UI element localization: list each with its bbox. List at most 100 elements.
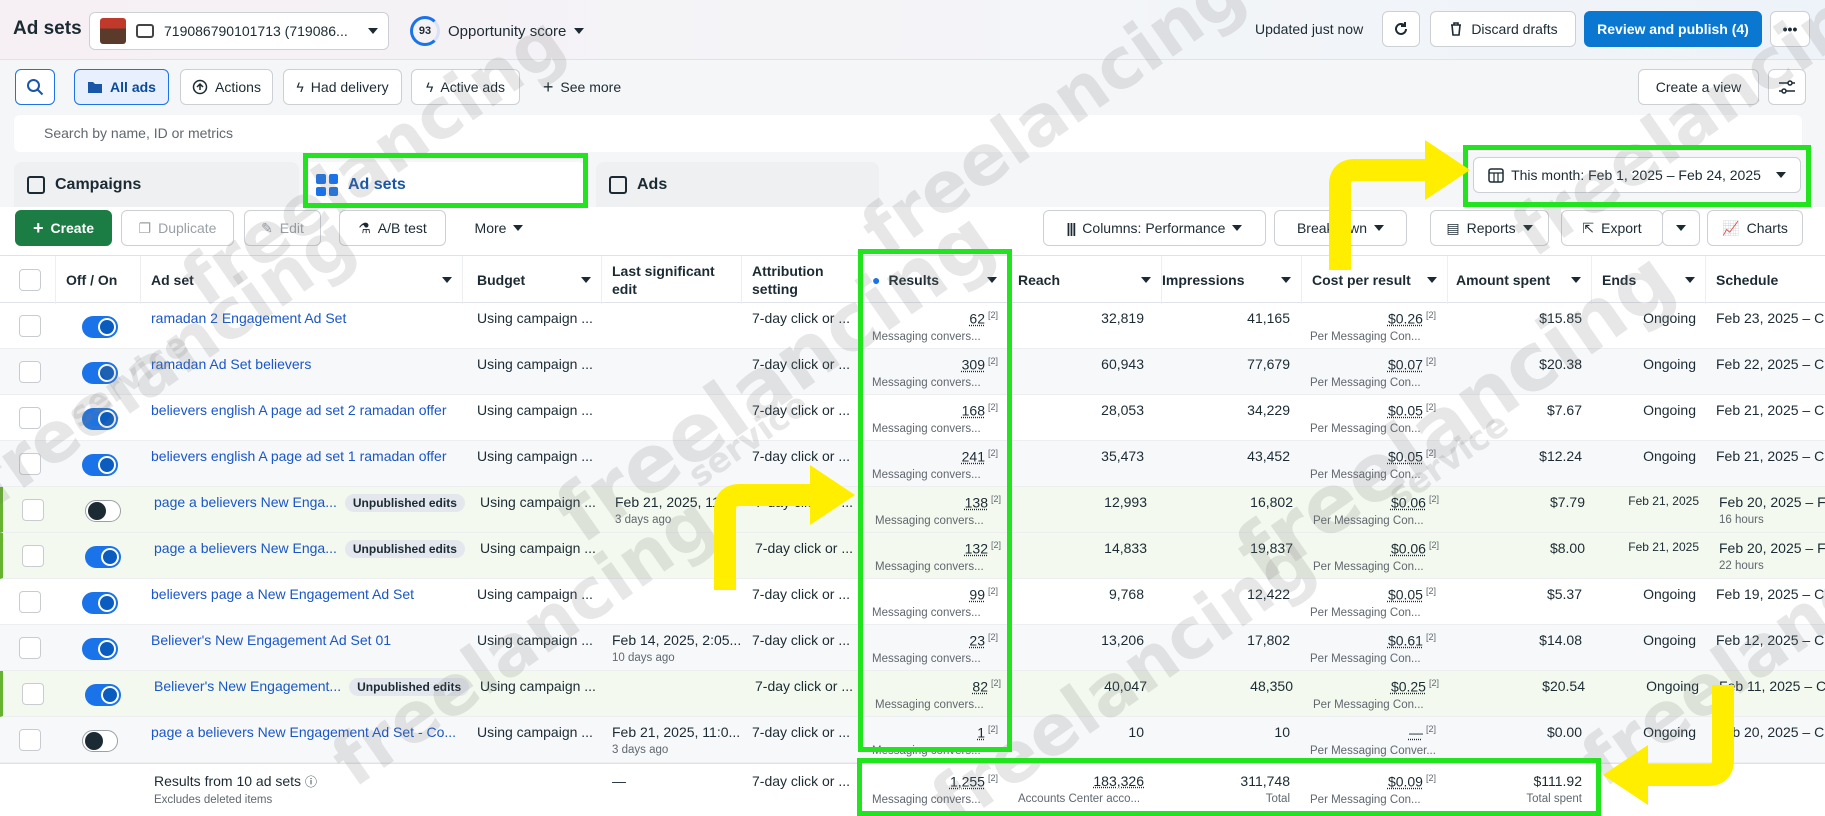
ad-set-name-link[interactable]: page a believers New Enga...: [154, 494, 337, 510]
reports-button[interactable]: ▤ Reports: [1430, 210, 1549, 246]
export-dropdown-button[interactable]: [1662, 210, 1700, 246]
table-row[interactable]: believers page a New Engagement Ad Set Us…: [0, 579, 1825, 625]
table-row[interactable]: page a believers New Enga... Unpublished …: [0, 533, 1825, 579]
row-checkbox[interactable]: [19, 453, 41, 475]
ad-set-name-link[interactable]: ramadan Ad Set believers: [151, 356, 311, 372]
view-settings-button[interactable]: [1768, 69, 1806, 105]
schedule-cell: Feb 12, 2025 – C: [1706, 625, 1825, 671]
on-off-toggle[interactable]: [85, 684, 121, 706]
ad-set-name-cell: page a believers New Enga... Unpublished …: [144, 533, 470, 579]
charts-button[interactable]: 📈 Charts: [1707, 210, 1803, 246]
table-row[interactable]: ramadan 2 Engagement Ad Set Using campaig…: [0, 303, 1825, 349]
col-budget[interactable]: Budget: [467, 256, 602, 304]
review-publish-button[interactable]: Review and publish (4): [1584, 11, 1762, 47]
on-off-toggle[interactable]: [82, 316, 118, 338]
search-input[interactable]: Search by name, ID or metrics: [14, 115, 1802, 152]
ends-cell: Feb 21, 2025: [1595, 533, 1709, 579]
last-edit-cell: Feb 21, 2025, 11:0... 3 days ago: [602, 717, 742, 763]
duplicate-button[interactable]: ❐ Duplicate: [121, 210, 234, 246]
col-results[interactable]: ● Results: [862, 256, 1008, 304]
ad-set-name-link[interactable]: page a believers New Engagement Ad Set -…: [151, 724, 456, 740]
row-checkbox[interactable]: [22, 499, 44, 521]
actions-filter[interactable]: Actions: [180, 69, 273, 105]
tab-ad-sets[interactable]: Ad sets: [303, 162, 586, 208]
account-selector[interactable]: 719086790101713 (719086...: [89, 12, 389, 50]
opportunity-score[interactable]: 93 Opportunity score: [410, 16, 584, 46]
ad-set-name-link[interactable]: believers english A page ad set 2 ramada…: [151, 402, 447, 418]
col-reach[interactable]: Reach: [1008, 256, 1162, 304]
row-checkbox[interactable]: [19, 637, 41, 659]
results-cell: 99 [2] Messaging convers...: [862, 579, 1008, 625]
more-options-button[interactable]: •••: [1770, 11, 1810, 47]
table-row[interactable]: believers english A page ad set 1 ramada…: [0, 441, 1825, 487]
impressions-cell: 34,229: [1154, 395, 1300, 441]
col-schedule[interactable]: Schedule: [1706, 256, 1825, 304]
on-off-toggle[interactable]: [82, 454, 118, 476]
select-all-checkbox[interactable]: [19, 269, 41, 291]
row-checkbox[interactable]: [19, 315, 41, 337]
on-off-toggle[interactable]: [82, 638, 118, 660]
row-checkbox[interactable]: [22, 545, 44, 567]
table-row[interactable]: page a believers New Enga... Unpublished …: [0, 487, 1825, 533]
col-last-edit[interactable]: Last significant edit: [602, 256, 742, 304]
date-range-picker[interactable]: This month: Feb 1, 2025 – Feb 24, 2025: [1473, 157, 1801, 193]
on-off-toggle[interactable]: [82, 408, 118, 430]
table-row[interactable]: Believer's New Engagement Ad Set 01 Using…: [0, 625, 1825, 671]
on-off-toggle[interactable]: [82, 362, 118, 384]
ad-set-name-link[interactable]: page a believers New Enga...: [154, 540, 337, 556]
col-cost-per-result[interactable]: Cost per result: [1302, 256, 1448, 304]
schedule-cell: Feb 21, 2025 – C: [1706, 441, 1825, 487]
ab-test-button[interactable]: ⚗ A/B test: [339, 210, 446, 246]
columns-button[interactable]: ||| Columns: Performance: [1043, 210, 1266, 246]
row-checkbox[interactable]: [19, 729, 41, 751]
all-ads-filter[interactable]: All ads: [74, 69, 169, 105]
refresh-button[interactable]: [1382, 11, 1420, 47]
export-button[interactable]: ⇱ Export: [1561, 210, 1663, 246]
had-delivery-label: Had delivery: [311, 79, 389, 95]
ends-cell: Ongoing: [1592, 717, 1706, 763]
more-button[interactable]: More: [458, 210, 540, 246]
breakdown-button[interactable]: Breakdown: [1274, 210, 1407, 246]
tab-ads[interactable]: Ads: [596, 162, 879, 208]
ends-cell: Ongoing: [1592, 303, 1706, 349]
create-button[interactable]: + Create: [15, 210, 112, 246]
row-checkbox[interactable]: [19, 361, 41, 383]
tab-campaigns[interactable]: Campaigns: [14, 162, 299, 208]
on-off-toggle[interactable]: [85, 546, 121, 568]
ad-set-name-link[interactable]: ramadan 2 Engagement Ad Set: [151, 310, 346, 326]
col-impressions[interactable]: Impressions: [1152, 256, 1302, 304]
chevron-down-icon: [1676, 225, 1686, 231]
on-off-toggle[interactable]: [85, 500, 121, 522]
create-view-label: Create a view: [1656, 79, 1742, 95]
amount-spent-cell: $14.08: [1446, 625, 1592, 671]
col-attribution[interactable]: Attribution setting: [742, 256, 862, 304]
discard-drafts-button[interactable]: Discard drafts: [1430, 11, 1576, 47]
search-toggle-button[interactable]: [15, 69, 55, 105]
row-checkbox[interactable]: [19, 591, 41, 613]
ad-set-name-link[interactable]: Believer's New Engagement Ad Set 01: [151, 632, 391, 648]
active-ads-filter[interactable]: ϟ Active ads: [411, 69, 520, 105]
table-row[interactable]: page a believers New Engagement Ad Set -…: [0, 717, 1825, 763]
totals-sub: Excludes deleted items: [154, 794, 464, 806]
row-checkbox[interactable]: [19, 407, 41, 429]
had-delivery-filter[interactable]: ϟ Had delivery: [283, 69, 402, 105]
charts-label: Charts: [1747, 220, 1788, 236]
create-view-button[interactable]: Create a view: [1638, 69, 1759, 105]
table-row[interactable]: Believer's New Engagement... Unpublished …: [0, 671, 1825, 717]
ad-set-name-link[interactable]: believers page a New Engagement Ad Set: [151, 586, 414, 602]
export-icon: ⇱: [1582, 220, 1594, 237]
col-ends[interactable]: Ends: [1592, 256, 1706, 304]
row-checkbox[interactable]: [22, 683, 44, 705]
on-off-toggle[interactable]: [82, 730, 118, 752]
col-ad-set[interactable]: Ad set: [141, 256, 463, 304]
ad-set-name-link[interactable]: believers english A page ad set 1 ramada…: [151, 448, 447, 464]
ad-set-name-link[interactable]: Believer's New Engagement...: [154, 678, 341, 694]
see-more-filter[interactable]: + See more: [532, 69, 632, 105]
table-row[interactable]: ramadan Ad Set believers Using campaign .…: [0, 349, 1825, 395]
col-amount-spent[interactable]: Amount spent: [1446, 256, 1592, 304]
footnote-icon: [2]: [1426, 310, 1436, 320]
on-off-toggle[interactable]: [82, 592, 118, 614]
schedule-cell: Feb 21, 2025 – C: [1706, 395, 1825, 441]
table-row[interactable]: believers english A page ad set 2 ramada…: [0, 395, 1825, 441]
edit-button[interactable]: ✎ Edit: [244, 210, 321, 246]
